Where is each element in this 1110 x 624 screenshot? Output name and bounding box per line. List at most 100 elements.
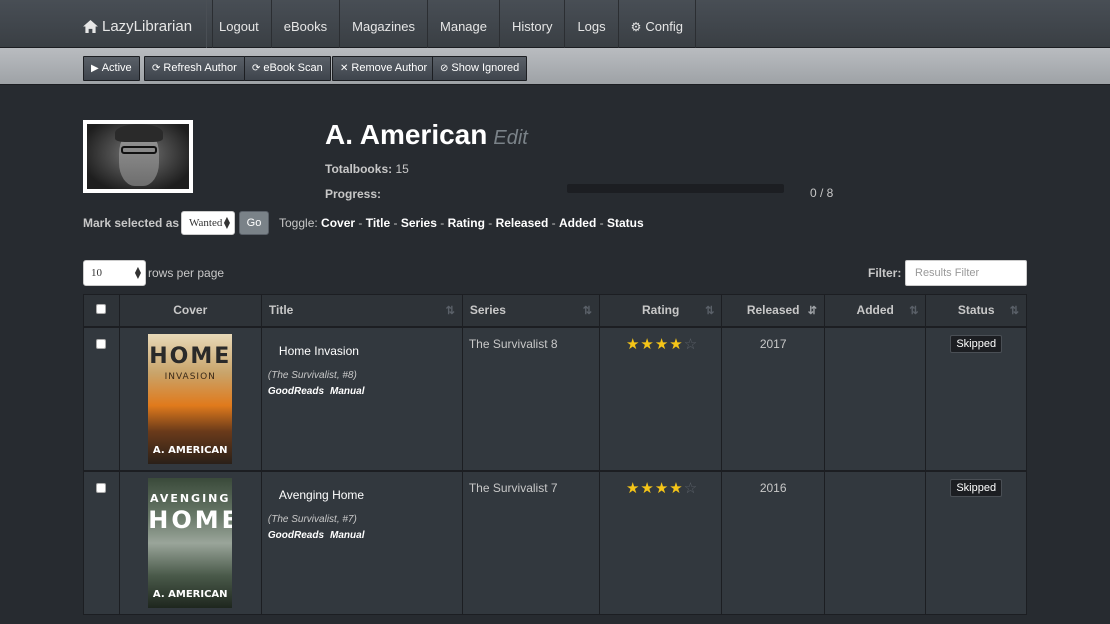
remove-author-button[interactable]: ✕ Remove Author — [332, 56, 436, 81]
toggle-status[interactable]: Status — [607, 216, 644, 230]
col-title[interactable]: Title ⇅ — [260, 294, 463, 327]
sort-icon: ⇅ — [705, 305, 715, 317]
active-button[interactable]: ▶ Active — [83, 56, 140, 81]
table-header-row: Cover Title ⇅ Series ⇅ Rating ⇅ Released ⇵ A… — [83, 294, 1027, 327]
nav-ebooks[interactable]: eBooks — [272, 0, 341, 48]
nav-menu: Logout eBooks Magazines Manage History L… — [206, 0, 696, 48]
added-cell — [823, 469, 927, 615]
sort-icon: ⇅ — [582, 305, 592, 317]
row-select-cell — [83, 325, 120, 471]
status-cell: Skipped — [925, 469, 1027, 615]
toggle-title[interactable]: Title — [366, 216, 390, 230]
cover-cell: AVENGING HOME A. AMERICAN — [118, 469, 262, 615]
gear-icon: ⚙ — [630, 20, 642, 34]
rows-per-page-value: 10 — [91, 267, 102, 279]
row-checkbox[interactable] — [96, 338, 107, 349]
nav-logs[interactable]: Logs — [565, 0, 619, 48]
column-toggle: Toggle: Cover - Title - Series - Rating … — [279, 216, 644, 230]
refresh-author-label: Refresh Author — [163, 62, 237, 74]
book-cover[interactable]: AVENGING HOME A. AMERICAN — [148, 477, 233, 608]
sort-desc-icon: ⇵ — [807, 305, 817, 317]
show-ignored-button[interactable]: ⊘ Show Ignored — [432, 56, 528, 81]
star-filled-icon: ★ — [654, 479, 670, 497]
author-photo-frame — [83, 120, 193, 193]
toggle-added[interactable]: Added — [559, 216, 596, 230]
col-status[interactable]: Status ⇅ — [925, 294, 1027, 327]
totalbooks-label: Totalbooks: — [325, 162, 393, 176]
toggle-rating[interactable]: Rating — [448, 216, 485, 230]
book-title[interactable]: Home Invasion — [262, 328, 462, 358]
rows-per-page-label: rows per page — [148, 266, 225, 280]
remove-author-label: Remove Author — [351, 62, 428, 74]
home-icon — [83, 20, 98, 33]
toggle-cover[interactable]: Cover — [321, 216, 355, 230]
brand-link[interactable]: LazyLibrarian — [83, 0, 214, 48]
nav-manage[interactable]: Manage — [428, 0, 500, 48]
series-cell[interactable]: The Survivalist 8 — [461, 325, 600, 471]
col-released-label: Released — [746, 303, 800, 318]
author-hair — [115, 124, 163, 142]
book-title[interactable]: Avenging Home — [262, 472, 462, 502]
book-cover[interactable]: HOME INVASION A. AMERICAN — [148, 333, 233, 464]
added-cell — [823, 325, 927, 471]
navbar: LazyLibrarian Logout eBooks Magazines Ma… — [0, 0, 1110, 48]
nav-config[interactable]: ⚙ Config — [619, 0, 696, 48]
star-filled-icon: ★ — [640, 335, 655, 353]
author-photo — [87, 124, 189, 189]
select-all-checkbox[interactable] — [96, 304, 107, 315]
star-filled-icon: ★ — [669, 479, 684, 497]
star-empty-icon: ☆ — [683, 335, 699, 353]
go-button[interactable]: Go — [239, 211, 269, 235]
cover-title: HOME — [149, 343, 232, 369]
col-rating[interactable]: Rating ⇅ — [598, 294, 723, 327]
results-filter-input[interactable]: Results Filter — [905, 260, 1027, 286]
star-filled-icon: ★ — [625, 479, 641, 497]
author-glasses — [121, 146, 157, 154]
play-icon: ▶ — [91, 63, 99, 74]
goodreads-link[interactable]: GoodReads — [268, 530, 324, 541]
toggle-released[interactable]: Released — [496, 216, 549, 230]
col-series[interactable]: Series ⇅ — [461, 294, 600, 327]
ebook-scan-button[interactable]: ⟳ eBook Scan — [244, 56, 331, 81]
col-cover[interactable]: Cover — [118, 294, 262, 327]
nav-config-label: Config — [645, 19, 683, 34]
nav-logout[interactable]: Logout — [206, 0, 272, 48]
refresh-icon: ⟳ — [252, 63, 261, 74]
filter-label: Filter: — [868, 266, 902, 280]
released-cell: 2017 — [721, 325, 825, 471]
show-ignored-label: Show Ignored — [451, 62, 520, 74]
nav-history[interactable]: History — [500, 0, 566, 48]
mark-status-select[interactable]: Wanted ▲ ▼ — [181, 211, 235, 235]
col-released[interactable]: Released ⇵ — [721, 294, 825, 327]
toggle-links: Cover - Title - Series - Rating - Releas… — [321, 216, 644, 230]
table-row: HOME INVASION A. AMERICAN Home Invasion … — [83, 325, 1027, 471]
status-cell: Skipped — [925, 325, 1027, 471]
sort-icon: ⇅ — [445, 305, 455, 317]
status-badge[interactable]: Skipped — [950, 334, 1003, 353]
rows-per-page-select[interactable]: 10 ▲ ▼ — [83, 260, 146, 286]
star-filled-icon: ★ — [640, 479, 655, 497]
author-name: A. American — [325, 119, 488, 150]
row-select-cell — [83, 469, 120, 615]
goodreads-link[interactable]: GoodReads — [268, 386, 324, 397]
cover-subtitle: INVASION — [164, 371, 216, 382]
status-badge[interactable]: Skipped — [950, 478, 1003, 497]
col-status-label: Status — [957, 303, 995, 318]
progress-label: Progress: — [325, 187, 382, 201]
refresh-author-button[interactable]: ⟳ Refresh Author — [144, 56, 245, 81]
manual-link[interactable]: Manual — [330, 386, 364, 397]
nav-magazines[interactable]: Magazines — [340, 0, 429, 48]
rating-stars: ★★★★☆ — [600, 472, 721, 497]
row-checkbox[interactable] — [96, 482, 107, 493]
rating-stars: ★★★★☆ — [600, 328, 721, 353]
manual-link[interactable]: Manual — [330, 530, 364, 541]
progress-text: 0 / 8 — [810, 186, 834, 200]
progress-bar — [567, 184, 784, 193]
col-added[interactable]: Added ⇅ — [823, 294, 927, 327]
toggle-series[interactable]: Series — [401, 216, 437, 230]
col-added-label: Added — [856, 303, 894, 318]
edit-author-link[interactable]: Edit — [493, 127, 527, 149]
series-cell[interactable]: The Survivalist 7 — [461, 469, 600, 615]
toggle-label: Toggle: — [279, 216, 318, 230]
star-empty-icon: ☆ — [683, 479, 699, 497]
